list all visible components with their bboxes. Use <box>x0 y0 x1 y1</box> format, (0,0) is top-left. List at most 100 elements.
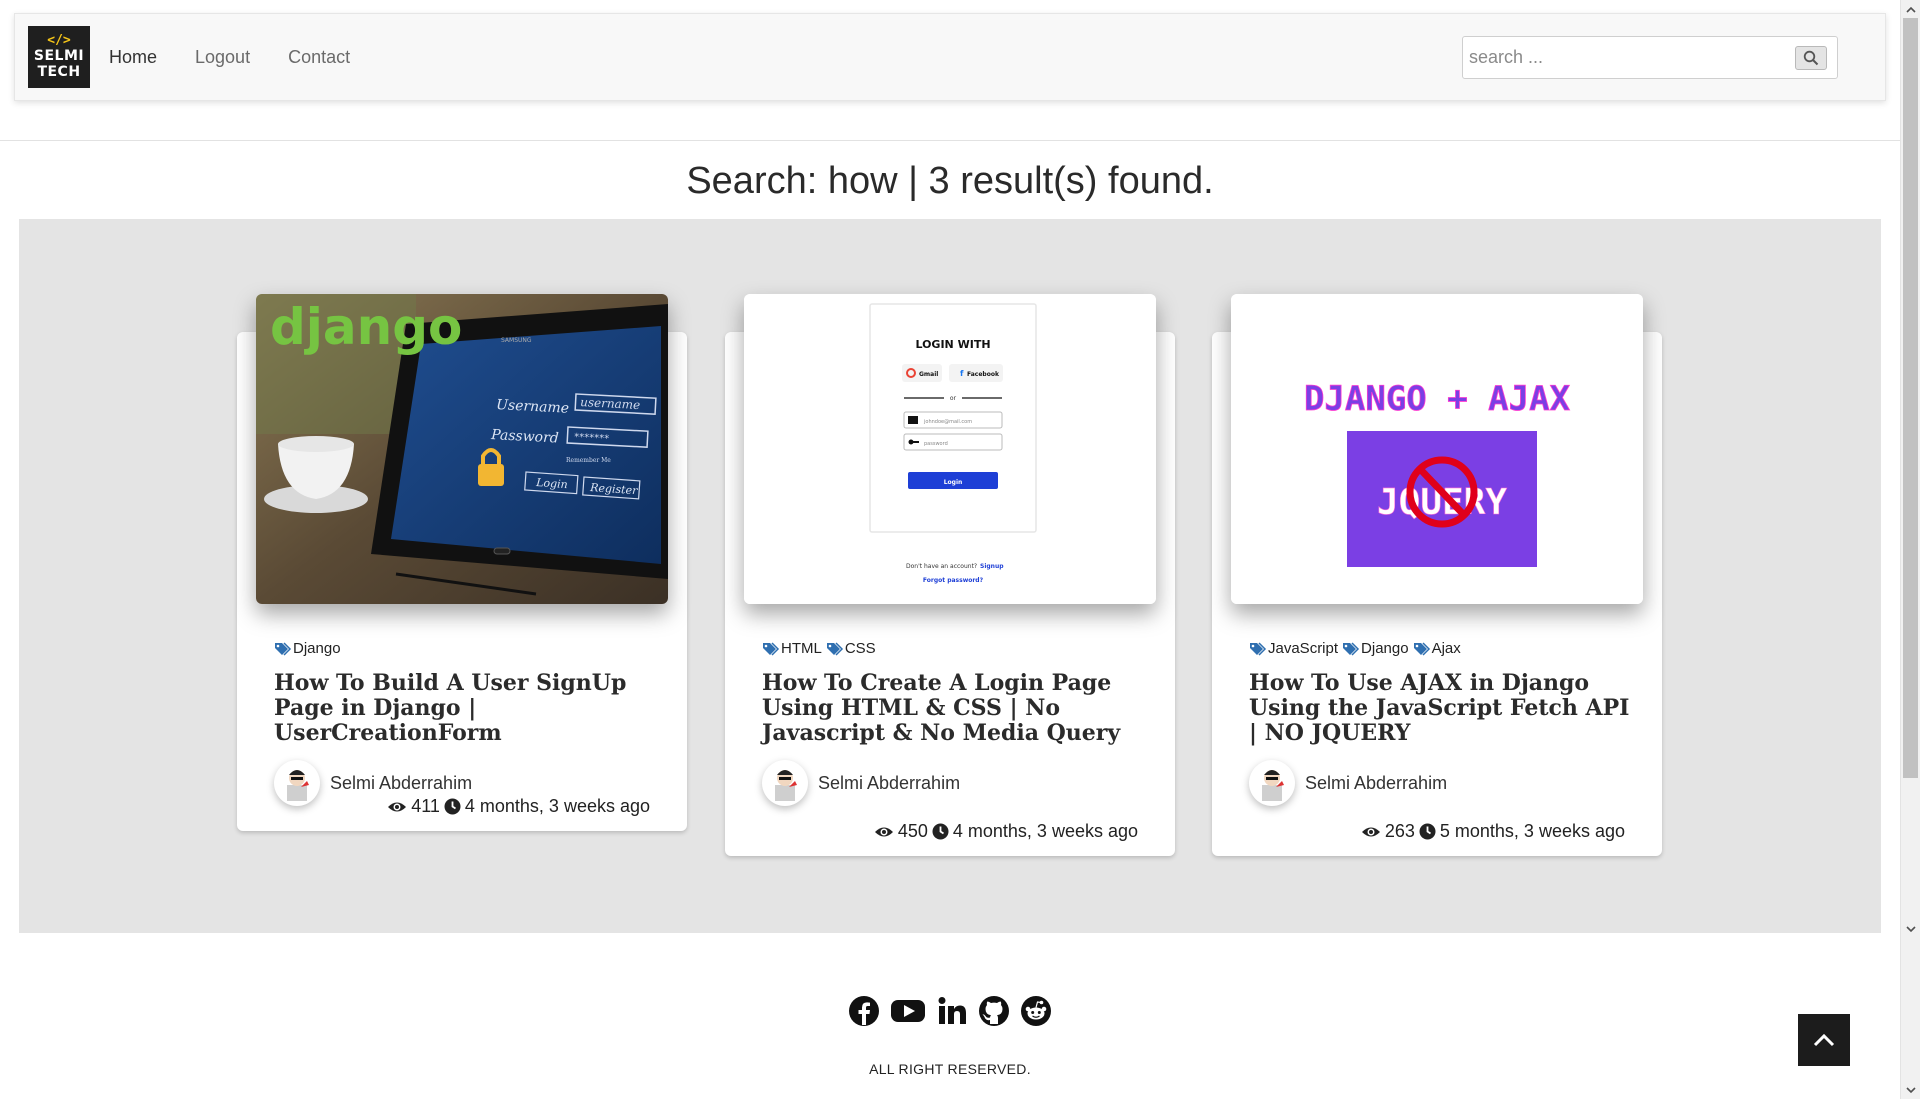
thumb-forgot: Forgot password? <box>923 577 984 584</box>
social-links <box>0 995 1900 1027</box>
post-title[interactable]: How To Create A Login Page Using HTML & … <box>762 671 1145 746</box>
brand-logo[interactable]: </> SELMI TECH <box>28 26 90 88</box>
tags-icon <box>1343 641 1360 656</box>
nav-home[interactable]: Home <box>109 47 157 68</box>
tag[interactable]: HTML <box>762 640 822 657</box>
card-thumbnail[interactable]: SAMSUNG Username username Password *****… <box>256 294 668 604</box>
tag[interactable]: Ajax <box>1413 640 1461 657</box>
avatar <box>274 760 320 806</box>
copyright: ALL RIGHT RESERVED. <box>869 1061 1031 1077</box>
card-thumbnail[interactable]: LOGIN WITH Gmail f Facebook or johndoe@m… <box>744 294 1156 604</box>
youtube-icon[interactable] <box>890 995 926 1027</box>
tag[interactable]: Django <box>1342 640 1409 657</box>
thumb-facebook: Facebook <box>967 371 1000 378</box>
author: Selmi Abderrahim <box>762 760 1145 806</box>
tag-label: CSS <box>844 640 876 657</box>
card-body: JavaScript Django Ajax How To Use AJAX i… <box>1249 640 1632 806</box>
nav-logout[interactable]: Logout <box>195 47 250 68</box>
post-meta: 263 5 months, 3 weeks ago <box>1361 821 1625 842</box>
scroll-down-arrow-mid[interactable] <box>1901 920 1920 938</box>
scroll-up-arrow[interactable] <box>1901 0 1920 18</box>
tag-list: Django <box>274 640 657 657</box>
eye-icon <box>388 802 407 811</box>
eye-icon <box>1361 827 1380 836</box>
post-title[interactable]: How To Use AJAX in Django Using the Java… <box>1249 671 1632 746</box>
page: </> SELMI TECH Home Logout Contact Searc… <box>0 0 1920 1099</box>
reddit-icon[interactable] <box>1020 995 1052 1027</box>
thumb-login-button: Login <box>944 479 963 486</box>
back-to-top-button[interactable] <box>1798 1014 1850 1066</box>
thumb-signup: Signup <box>980 563 1004 570</box>
svg-text:f: f <box>960 369 964 378</box>
author-avatar-image <box>775 770 797 801</box>
author-name[interactable]: Selmi Abderrahim <box>818 773 960 794</box>
view-count: 411 <box>411 796 440 816</box>
view-count: 450 <box>897 821 928 841</box>
thumb-gmail: Gmail <box>919 371 938 378</box>
tag[interactable]: CSS <box>826 640 876 657</box>
tags-icon <box>1413 641 1430 656</box>
header-divider <box>0 140 1900 141</box>
author-avatar-image <box>287 770 309 801</box>
thumb-login: Login <box>535 476 568 491</box>
thumb-django-logo: django <box>270 298 462 356</box>
eye-icon <box>874 827 893 836</box>
thumb-no-account: Don't have an account? <box>906 563 977 570</box>
linkedin-icon[interactable] <box>936 995 968 1027</box>
tag-label: HTML <box>781 640 822 657</box>
tag[interactable]: Django <box>274 640 341 657</box>
post-meta: 411 4 months, 3 weeks ago <box>387 796 650 817</box>
scrollbar-thumb[interactable] <box>1903 18 1918 778</box>
django-ajax-image: DJANGO + AJAX JQUERY <box>1231 294 1643 604</box>
navbar: </> SELMI TECH Home Logout Contact <box>14 13 1886 101</box>
results-area: SAMSUNG Username username Password *****… <box>19 219 1881 933</box>
result-card[interactable]: SAMSUNG Username username Password *****… <box>237 294 687 831</box>
result-card[interactable]: LOGIN WITH Gmail f Facebook or johndoe@m… <box>725 294 1175 856</box>
post-meta: 450 4 months, 3 weeks ago <box>874 821 1138 842</box>
tablet-brand: SAMSUNG <box>501 337 532 344</box>
thumb-password-value: ******* <box>574 432 610 445</box>
card-thumbnail[interactable]: DJANGO + AJAX JQUERY <box>1231 294 1643 604</box>
brand-line1: SELMI <box>33 48 85 64</box>
thumb-or: or <box>950 395 957 402</box>
tags-icon <box>1250 641 1267 656</box>
tag-label: Django <box>1361 640 1409 657</box>
avatar <box>1249 760 1295 806</box>
author: Selmi Abderrahim <box>1249 760 1632 806</box>
tags-icon <box>275 641 292 656</box>
scrollbar[interactable] <box>1900 0 1920 1099</box>
scroll-down-arrow[interactable] <box>1901 1081 1920 1099</box>
github-icon[interactable] <box>978 995 1010 1027</box>
thumb-email-placeholder: johndoe@mail.com <box>923 419 972 425</box>
tag-list: JavaScript Django Ajax <box>1249 640 1632 657</box>
result-card[interactable]: DJANGO + AJAX JQUERY JavaScript Django A… <box>1212 294 1662 856</box>
search-input[interactable] <box>1463 47 1783 68</box>
author-avatar-image <box>1262 770 1284 801</box>
thumb-password-placeholder: password <box>924 441 948 447</box>
tags-icon <box>826 641 843 656</box>
django-login-image: SAMSUNG Username username Password *****… <box>256 294 668 604</box>
card-body: Django How To Build A User SignUp Page i… <box>274 640 657 806</box>
login-page-image: LOGIN WITH Gmail f Facebook or johndoe@m… <box>744 294 1156 604</box>
brand-line2: TECH <box>37 64 81 80</box>
facebook-icon[interactable] <box>848 995 880 1027</box>
author-name[interactable]: Selmi Abderrahim <box>330 773 472 794</box>
clock-icon <box>1419 823 1436 840</box>
thumb-remember: Remember Me <box>566 457 611 464</box>
nav-contact[interactable]: Contact <box>288 47 350 68</box>
brand-code: </> <box>47 33 71 48</box>
clock-icon <box>444 798 461 815</box>
search-button[interactable] <box>1795 46 1827 70</box>
nav-links: Home Logout Contact <box>109 47 388 68</box>
post-time: 4 months, 3 weeks ago <box>464 796 650 816</box>
tag-list: HTML CSS <box>762 640 1145 657</box>
tag[interactable]: JavaScript <box>1249 640 1338 657</box>
post-title[interactable]: How To Build A User SignUp Page in Djang… <box>274 671 657 746</box>
tag-label: Django <box>293 640 341 657</box>
author-name[interactable]: Selmi Abderrahim <box>1305 773 1447 794</box>
tag-label: JavaScript <box>1268 640 1339 657</box>
thumb-ajax-heading: DJANGO + AJAX <box>1304 379 1571 419</box>
chevron-up-icon <box>1813 1033 1835 1047</box>
thumb-login-heading: LOGIN WITH <box>915 338 990 351</box>
search-box <box>1462 36 1838 79</box>
